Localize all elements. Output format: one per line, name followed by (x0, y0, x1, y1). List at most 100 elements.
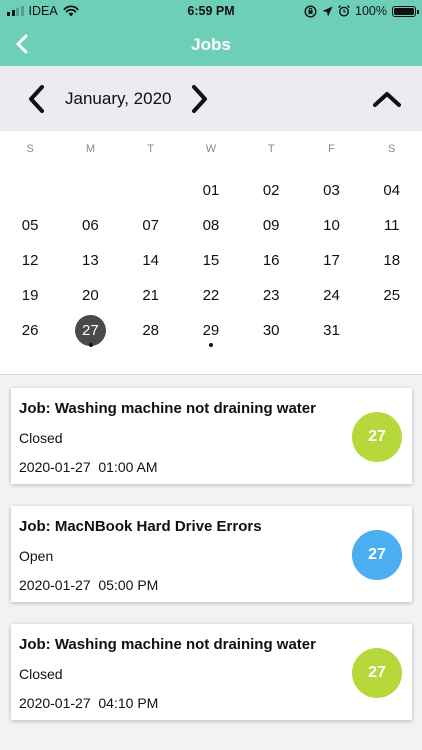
day-number: 23 (262, 287, 280, 304)
calendar-empty-cell (60, 175, 120, 205)
job-day-badge: 27 (352, 412, 402, 462)
calendar-day[interactable]: 24 (301, 280, 361, 310)
day-number: 05 (21, 217, 39, 234)
calendar-day[interactable]: 20 (60, 280, 120, 310)
day-number: 12 (21, 252, 39, 269)
job-status: Closed (19, 666, 63, 682)
weekday-label: S (26, 143, 34, 155)
calendar-day-selected[interactable]: 27 (60, 315, 120, 347)
day-number: 29 (202, 322, 220, 339)
calendar-day[interactable]: 03 (301, 175, 361, 205)
day-number: 11 (383, 217, 400, 234)
location-arrow-icon (322, 6, 333, 16)
calendar-week: 01 02 03 04 (0, 175, 422, 205)
calendar-grid: S M T W T F S 01 02 03 04 05 06 07 08 09 10 11 12 13 14 15 16… (0, 131, 422, 375)
day-number: 01 (202, 182, 220, 199)
calendar-empty-cell (362, 315, 422, 345)
calendar-day[interactable]: 30 (241, 315, 301, 345)
calendar-day[interactable]: 02 (241, 175, 301, 205)
calendar-day[interactable]: 18 (362, 245, 422, 275)
calendar-week: 26 27 28 29 30 31 (0, 315, 422, 347)
chevron-left-icon (29, 85, 44, 113)
calendar-day[interactable]: 07 (121, 210, 181, 240)
calendar-day[interactable]: 04 (362, 175, 422, 205)
job-day-badge: 27 (352, 648, 402, 698)
job-card[interactable]: Job: MacNBook Hard Drive Errors Open 202… (11, 506, 412, 602)
event-dot (209, 343, 214, 347)
calendar-day[interactable]: 16 (241, 245, 301, 275)
calendar-day[interactable]: 05 (0, 210, 60, 240)
battery-percent: 100% (355, 4, 387, 18)
calendar-day[interactable]: 17 (301, 245, 361, 275)
calendar-day[interactable]: 26 (0, 315, 60, 345)
day-number: 19 (21, 287, 39, 304)
day-number: 10 (323, 217, 340, 234)
day-number: 22 (202, 287, 220, 304)
day-number: 14 (142, 252, 159, 269)
status-right: 100% (304, 4, 419, 18)
calendar-day[interactable]: 10 (301, 210, 361, 240)
day-number: 08 (202, 217, 220, 234)
day-number: 30 (262, 322, 280, 339)
calendar-day[interactable]: 31 (301, 315, 361, 345)
calendar-week: 12 13 14 15 16 17 18 (0, 245, 422, 275)
weekday-label: T (267, 143, 275, 155)
day-number: 20 (82, 287, 99, 304)
calendar-day[interactable]: 28 (121, 315, 181, 345)
calendar-empty-cell (0, 175, 60, 205)
day-number: 02 (262, 182, 280, 199)
day-number: 21 (142, 287, 159, 304)
weekday-header: SMTWTFS (0, 143, 422, 155)
day-number: 18 (383, 252, 401, 269)
job-datetime: 2020-01-27 01:00 AM (19, 459, 158, 475)
day-number: 13 (82, 252, 99, 269)
calendar-day[interactable]: 23 (241, 280, 301, 310)
job-datetime: 2020-01-27 04:10 PM (19, 695, 159, 711)
calendar-day[interactable]: 11 (362, 210, 422, 240)
weekday-label: S (388, 143, 396, 155)
next-month-button[interactable] (184, 82, 214, 116)
calendar-day[interactable]: 19 (0, 280, 60, 310)
previous-month-button[interactable] (22, 82, 52, 116)
calendar-day[interactable]: 15 (181, 245, 241, 275)
status-bar: IDEA 6:59 PM 100% (0, 0, 422, 22)
day-number: 16 (262, 252, 280, 269)
day-number: 03 (323, 182, 340, 199)
calendar-day[interactable]: 25 (362, 280, 422, 310)
calendar-day[interactable]: 21 (121, 280, 181, 310)
month-bar: January, 2020 (0, 66, 422, 131)
job-card[interactable]: Job: Washing machine not draining water … (11, 388, 412, 484)
job-title: Job: Washing machine not draining water (19, 400, 316, 417)
calendar-day[interactable]: 22 (181, 280, 241, 310)
job-datetime: 2020-01-27 05:00 PM (19, 577, 159, 593)
day-number: 31 (323, 322, 340, 339)
day-number: 26 (21, 322, 39, 339)
calendar-day[interactable]: 08 (181, 210, 241, 240)
calendar-day[interactable]: 14 (121, 245, 181, 275)
day-number: 27 (82, 322, 99, 339)
day-number: 17 (323, 252, 340, 269)
battery-icon (392, 5, 419, 17)
calendar-day[interactable]: 06 (60, 210, 120, 240)
calendar-day[interactable]: 12 (0, 245, 60, 275)
collapse-calendar-button[interactable] (370, 84, 404, 114)
chevron-right-icon (192, 85, 207, 113)
calendar-day[interactable]: 13 (60, 245, 120, 275)
day-number: 04 (383, 182, 401, 199)
calendar-day[interactable]: 01 (181, 175, 241, 205)
day-number: 24 (323, 287, 340, 304)
calendar-week: 05 06 07 08 09 10 11 (0, 210, 422, 240)
job-status: Closed (19, 430, 63, 446)
job-card[interactable]: Job: Washing machine not draining water … (11, 624, 412, 720)
page-title: Jobs (191, 35, 231, 54)
job-day-badge: 27 (352, 530, 402, 580)
calendar-day[interactable]: 09 (241, 210, 301, 240)
calendar-empty-cell (121, 175, 181, 205)
month-label: January, 2020 (65, 89, 172, 108)
calendar-day[interactable]: 29 (181, 315, 241, 347)
alarm-icon (338, 5, 350, 17)
job-title: Job: MacNBook Hard Drive Errors (19, 518, 262, 535)
day-number: 06 (82, 217, 99, 234)
calendar-week: 19 20 21 22 23 24 25 (0, 280, 422, 310)
orientation-lock-icon (304, 4, 317, 18)
